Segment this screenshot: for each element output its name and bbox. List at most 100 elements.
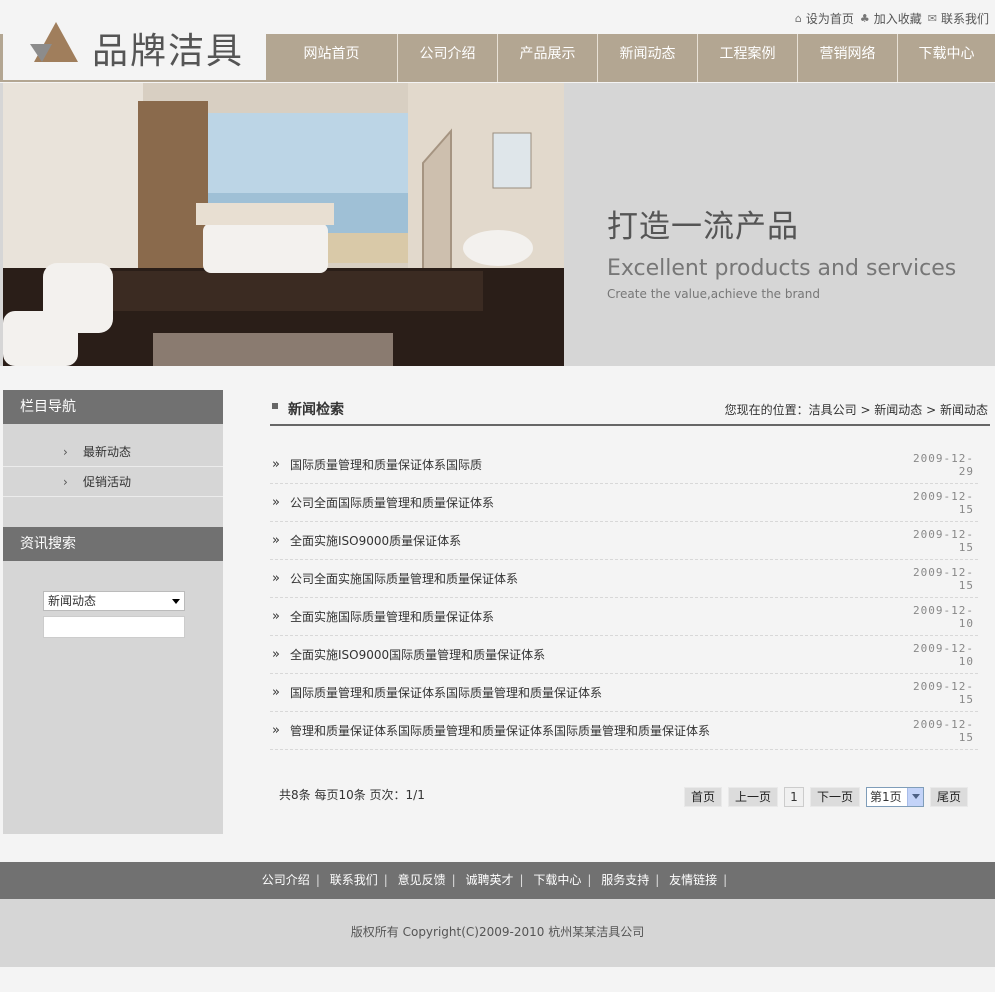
footer-link-about[interactable]: 公司介绍: [262, 873, 310, 887]
separator: |: [723, 873, 728, 887]
set-homepage-link[interactable]: ⌂ 设为首页: [795, 10, 854, 27]
double-chevron-icon: »: [272, 533, 280, 548]
pagination-info: 共8条 每页10条 页次：1/1: [279, 788, 425, 802]
news-date: 2009-12-29: [913, 451, 974, 478]
category-select-value: 新闻动态: [48, 594, 97, 608]
news-title[interactable]: 国际质量管理和质量保证体系国际质: [290, 456, 898, 473]
nav-about[interactable]: 公司介绍: [398, 34, 498, 82]
news-title[interactable]: 全面实施国际质量管理和质量保证体系: [290, 608, 898, 625]
list-item[interactable]: » 管理和质量保证体系国际质量管理和质量保证体系国际质量管理和质量保证体系 2009…: [270, 712, 978, 750]
list-item[interactable]: » 全面实施ISO9000国际质量管理和质量保证体系 2009-12-10: [270, 636, 978, 674]
banner-subtitle: Create the value,achieve the brand: [607, 287, 820, 301]
search-area: 新闻动态: [3, 561, 223, 638]
sidebar-item-promotions[interactable]: › 促销活动: [3, 467, 223, 497]
banner-slogan: 打造一流产品 Excellent products and services C…: [607, 201, 956, 301]
double-chevron-icon: »: [272, 495, 280, 510]
footer-link-jobs[interactable]: 诚聘英才: [465, 873, 513, 887]
news-date: 2009-12-10: [913, 603, 974, 630]
contact-icon: ✉: [927, 12, 937, 25]
news-date: 2009-12-15: [913, 489, 974, 516]
pagination-controls: 首页 上一页 1 下一页 第1页 尾页: [683, 787, 968, 807]
news-title[interactable]: 公司全面国际质量管理和质量保证体系: [290, 494, 898, 511]
add-favorite-link[interactable]: ♣ 加入收藏: [860, 10, 922, 27]
logo-triangle-icon: [30, 22, 78, 62]
nav-home[interactable]: 网站首页: [266, 34, 398, 82]
pagination: 共8条 每页10条 页次：1/1 首页 上一页 1 下一页 第1页 尾页: [270, 782, 990, 816]
news-title[interactable]: 国际质量管理和质量保证体系国际质量管理和质量保证体系: [290, 684, 898, 701]
separator: |: [655, 873, 660, 887]
double-chevron-icon: »: [272, 685, 280, 700]
page-title: 新闻检索: [288, 402, 344, 418]
logo-side-bar: [0, 34, 3, 82]
news-title[interactable]: 全面实施ISO9000国际质量管理和质量保证体系: [290, 646, 898, 663]
contact-us-link[interactable]: ✉ 联系我们: [928, 10, 989, 27]
home-icon: ⌂: [794, 12, 802, 25]
footer-link-support[interactable]: 服务支持: [601, 873, 649, 887]
next-page-button[interactable]: 下一页: [809, 787, 860, 807]
brand-name: 品牌洁具: [92, 31, 245, 72]
chevron-down-icon: [906, 788, 923, 806]
news-list: » 国际质量管理和质量保证体系国际质 2009-12-29 » 公司全面国际质量管理和…: [270, 446, 990, 750]
page-select-value: 第1页: [869, 790, 902, 804]
double-chevron-icon: »: [272, 723, 280, 738]
news-title[interactable]: 公司全面实施国际质量管理和质量保证体系: [290, 570, 898, 587]
banner-title-cn: 打造一流产品: [607, 209, 799, 245]
first-page-button[interactable]: 首页: [683, 787, 722, 807]
footer-link-feedback[interactable]: 意见反馈: [398, 873, 446, 887]
set-homepage-label: 设为首页: [805, 12, 854, 26]
main-nav: 网站首页 公司介绍 产品展示 新闻动态 工程案例 营销网络 下载中心: [266, 34, 995, 82]
banner-title-en: Excellent products and services: [607, 256, 957, 281]
sidebar-nav-title: 栏目导航: [3, 390, 223, 424]
news-date: 2009-12-15: [913, 565, 974, 592]
nav-cases[interactable]: 工程案例: [698, 34, 798, 82]
list-item[interactable]: » 全面实施国际质量管理和质量保证体系 2009-12-10: [270, 598, 978, 636]
sidebar-nav-list: › 最新动态 › 促销活动: [3, 424, 223, 497]
nav-downloads[interactable]: 下载中心: [898, 34, 995, 82]
page-number-button[interactable]: 1: [783, 787, 804, 807]
contact-us-label: 联系我们: [940, 12, 989, 26]
sidebar-item-label: 促销活动: [83, 475, 132, 489]
news-title[interactable]: 管理和质量保证体系国际质量管理和质量保证体系国际质量管理和质量保证体系: [290, 722, 898, 739]
separator: |: [383, 873, 388, 887]
footer-link-contact[interactable]: 联系我们: [330, 873, 378, 887]
news-date: 2009-12-15: [913, 527, 974, 554]
chevron-right-icon: ›: [63, 445, 68, 459]
chevron-down-icon: [172, 599, 180, 604]
bathroom-photo: [3, 83, 564, 366]
main-content: 新闻检索 您现在的位置：洁具公司 > 新闻动态 > 新闻动态 » 国际质量管理和质…: [270, 390, 990, 816]
banner: 打造一流产品 Excellent products and services C…: [0, 83, 995, 366]
separator: |: [587, 873, 592, 887]
separator: |: [519, 873, 524, 887]
news-date: 2009-12-10: [913, 641, 974, 668]
nav-sales-network[interactable]: 营销网络: [798, 34, 898, 82]
footer-nav: 公司介绍 | 联系我们 | 意见反馈 | 诚聘英才 | 下载中心 | 服务支持 | 友情链接…: [0, 862, 995, 899]
last-page-button[interactable]: 尾页: [929, 787, 968, 807]
prev-page-button[interactable]: 上一页: [727, 787, 778, 807]
logo-underline: [0, 80, 266, 82]
list-item[interactable]: » 公司全面实施国际质量管理和质量保证体系 2009-12-15: [270, 560, 978, 598]
sidebar-search-title: 资讯搜索: [3, 527, 223, 561]
list-item[interactable]: » 公司全面国际质量管理和质量保证体系 2009-12-15: [270, 484, 978, 522]
list-item[interactable]: » 国际质量管理和质量保证体系国际质 2009-12-29: [270, 446, 978, 484]
double-chevron-icon: »: [272, 647, 280, 662]
nav-news[interactable]: 新闻动态: [598, 34, 698, 82]
category-select[interactable]: 新闻动态: [43, 591, 185, 611]
list-item[interactable]: » 全面实施ISO9000质量保证体系 2009-12-15: [270, 522, 978, 560]
list-item[interactable]: » 国际质量管理和质量保证体系国际质量管理和质量保证体系 2009-12-15: [270, 674, 978, 712]
square-bullet-icon: [272, 403, 278, 409]
sidebar-item-latest[interactable]: › 最新动态: [3, 437, 223, 467]
separator: |: [451, 873, 456, 887]
logo[interactable]: 品牌洁具: [0, 0, 266, 82]
keyword-input[interactable]: [43, 616, 185, 638]
sidebar: 栏目导航 › 最新动态 › 促销活动 资讯搜索 新闻动态: [3, 390, 223, 834]
page-select[interactable]: 第1页: [865, 787, 924, 807]
add-favorite-label: 加入收藏: [873, 12, 922, 26]
nav-products[interactable]: 产品展示: [498, 34, 598, 82]
breadcrumb: 您现在的位置：洁具公司 > 新闻动态 > 新闻动态: [724, 403, 988, 417]
footer-link-friends[interactable]: 友情链接: [669, 873, 717, 887]
sidebar-item-label: 最新动态: [83, 445, 132, 459]
chevron-right-icon: ›: [63, 475, 68, 489]
footer-link-downloads[interactable]: 下载中心: [533, 873, 581, 887]
news-title[interactable]: 全面实施ISO9000质量保证体系: [290, 532, 898, 549]
double-chevron-icon: »: [272, 571, 280, 586]
